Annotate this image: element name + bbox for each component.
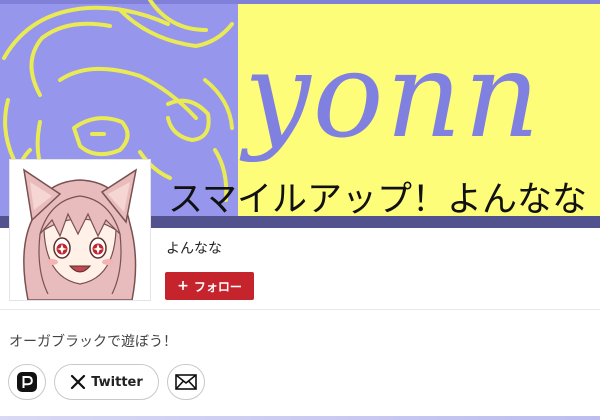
twitter-label: Twitter xyxy=(91,374,143,390)
mail-button[interactable] xyxy=(167,364,205,400)
follow-label: フォロー xyxy=(193,279,242,294)
fox-girl-avatar-illustration xyxy=(22,168,138,300)
avatar[interactable] xyxy=(9,159,151,301)
follow-button[interactable]: + フォロー xyxy=(165,272,254,300)
mail-icon xyxy=(175,374,197,390)
x-logo-icon xyxy=(71,374,86,390)
banner-word: yonn xyxy=(244,26,542,164)
username: よんなな xyxy=(166,241,222,257)
pixiv-icon xyxy=(17,372,37,392)
plus-icon: + xyxy=(177,278,189,294)
twitter-link-button[interactable]: Twitter xyxy=(54,364,159,400)
pixiv-link-button[interactable] xyxy=(8,364,46,400)
page-bottom-edge xyxy=(0,416,600,420)
divider xyxy=(0,309,600,310)
profile-bio: オーガブラックで遊ぼう！ xyxy=(9,334,177,350)
